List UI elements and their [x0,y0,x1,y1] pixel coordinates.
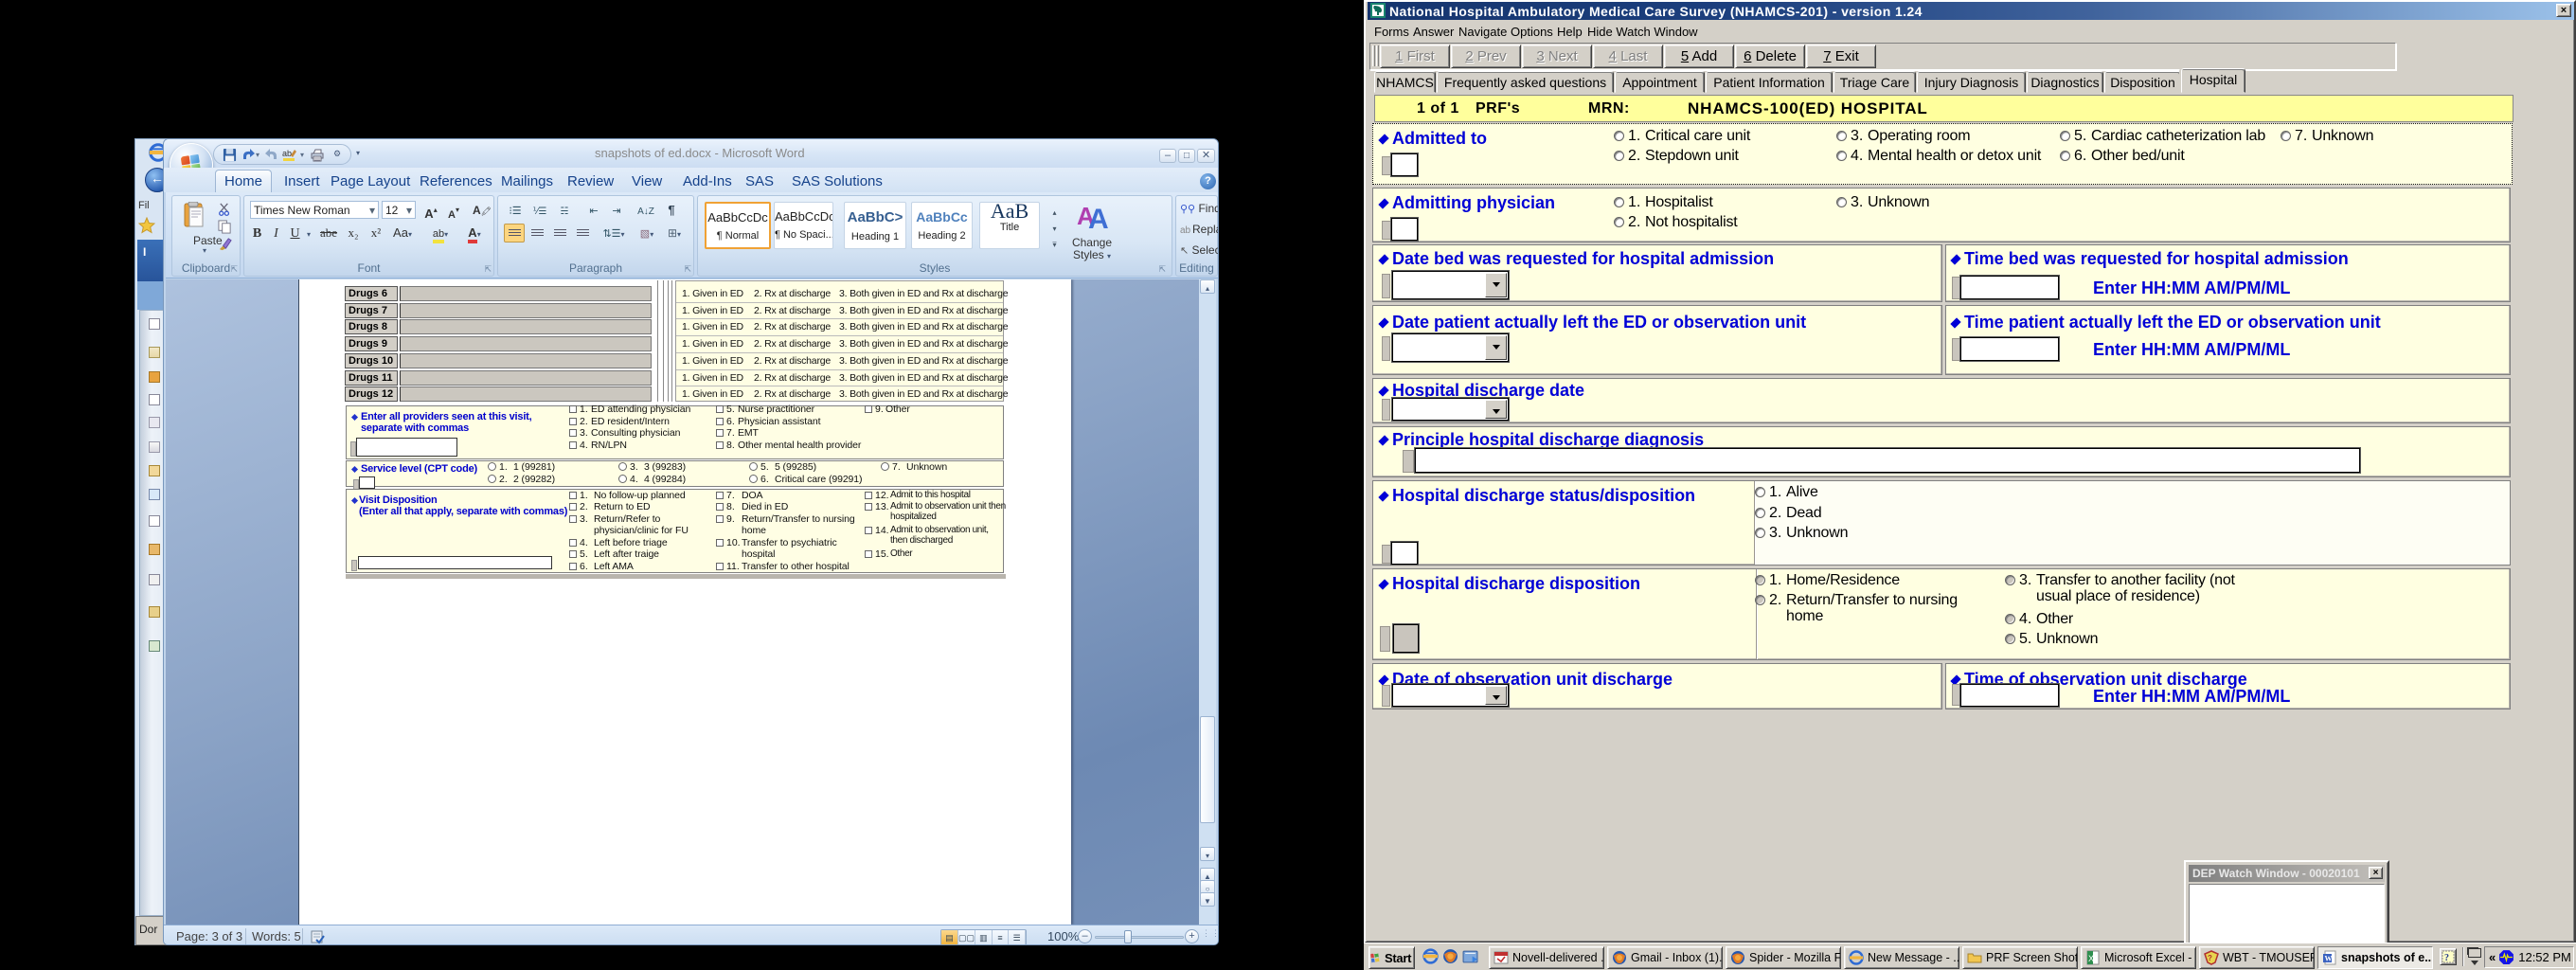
svg-text:?: ? [2444,953,2449,963]
svg-text:A: A [1088,204,1108,232]
svg-text:X: X [2088,954,2094,963]
svg-text:?: ? [2208,954,2212,962]
svg-text:W: W [2325,955,2333,963]
svg-text:ab: ab [282,149,292,158]
